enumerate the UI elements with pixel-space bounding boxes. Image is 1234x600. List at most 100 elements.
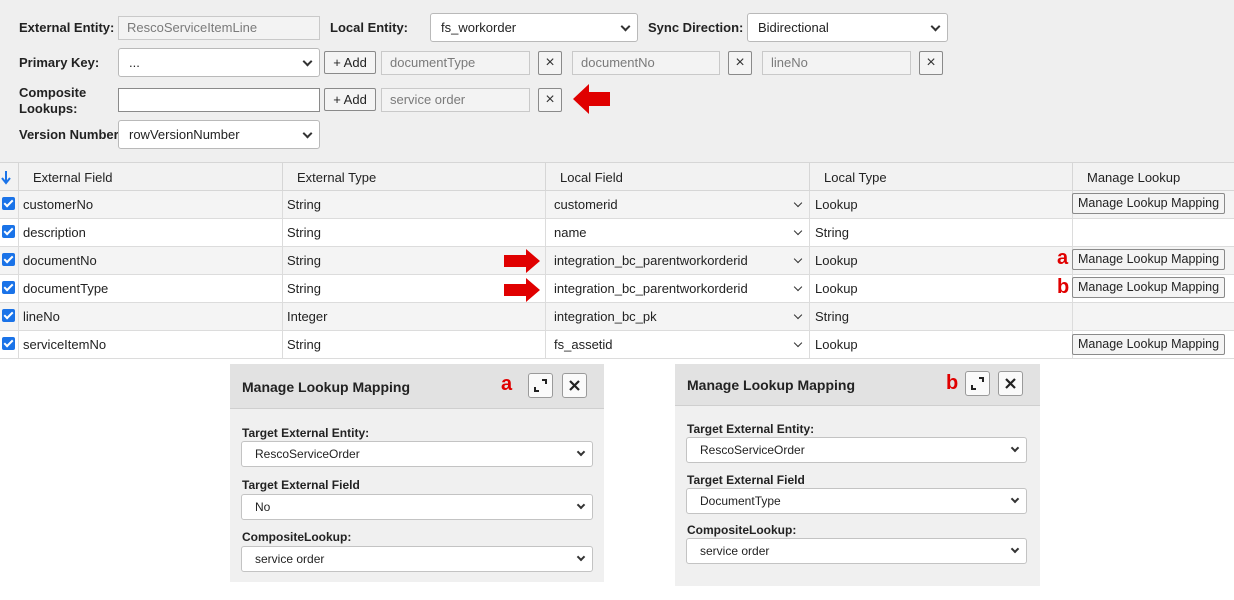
header-local-type[interactable]: Local Type bbox=[809, 163, 1072, 192]
close-dialog-button[interactable] bbox=[998, 371, 1023, 396]
expand-button[interactable] bbox=[528, 373, 553, 398]
composite-lookup-select[interactable]: service order bbox=[686, 538, 1027, 564]
sync-direction-select[interactable]: Bidirectional bbox=[747, 13, 948, 42]
target-field-select[interactable]: No bbox=[241, 494, 593, 520]
row-checkbox[interactable] bbox=[2, 309, 15, 322]
external-field-cell: lineNo bbox=[23, 309, 60, 324]
manage-lookup-mapping-button[interactable]: Manage Lookup Mapping bbox=[1072, 334, 1225, 355]
local-entity-label: Local Entity: bbox=[330, 20, 409, 35]
target-field-select[interactable]: DocumentType bbox=[686, 488, 1027, 514]
local-field-select[interactable]: integration_bc_pk bbox=[554, 303, 794, 331]
composite-lookup-value: service order bbox=[255, 552, 325, 566]
external-entity-field[interactable]: RescoServiceItemLine bbox=[118, 16, 320, 40]
manage-lookup-mapping-button[interactable]: Manage Lookup Mapping bbox=[1072, 277, 1225, 298]
header-local-field[interactable]: Local Field bbox=[545, 163, 809, 192]
row-checkbox[interactable] bbox=[2, 253, 15, 266]
target-entity-value: RescoServiceOrder bbox=[700, 443, 805, 457]
expand-icon bbox=[971, 377, 984, 390]
table-header: External Field External Type Local Field… bbox=[0, 162, 1234, 192]
external-type-cell: String bbox=[287, 281, 321, 296]
remove-key-button[interactable]: × bbox=[538, 51, 562, 75]
row-checkbox[interactable] bbox=[2, 197, 15, 210]
local-type-cell: String bbox=[815, 225, 849, 240]
sort-down-icon[interactable] bbox=[1, 170, 11, 185]
primary-key-select[interactable]: ... bbox=[118, 48, 320, 77]
add-composite-lookup-button[interactable]: + Add bbox=[324, 88, 376, 111]
remove-key-button[interactable]: × bbox=[728, 51, 752, 75]
chevron-down-icon bbox=[576, 552, 586, 562]
composite-lookup-label: CompositeLookup: bbox=[242, 530, 352, 544]
remove-key-button[interactable]: × bbox=[919, 51, 943, 75]
external-type-cell: Integer bbox=[287, 309, 328, 324]
composite-lookup-label: CompositeLookup: bbox=[687, 523, 797, 537]
annotation-marker: b bbox=[1057, 276, 1070, 298]
local-entity-value: fs_workorder bbox=[441, 20, 517, 35]
composite-lookups-label: Composite Lookups: bbox=[19, 85, 86, 116]
local-field-select[interactable]: fs_assetid bbox=[554, 331, 794, 359]
row-checkbox[interactable] bbox=[2, 281, 15, 294]
manage-lookup-mapping-button[interactable]: Manage Lookup Mapping bbox=[1072, 249, 1225, 270]
header-manage-lookup[interactable]: Manage Lookup bbox=[1072, 163, 1234, 192]
add-primary-key-button[interactable]: + Add bbox=[324, 51, 376, 74]
target-field-value: DocumentType bbox=[700, 494, 781, 508]
primary-key-chip: documentType bbox=[381, 51, 530, 75]
table-row: description String name String bbox=[0, 219, 1234, 247]
table-row: lineNo Integer integration_bc_pk String bbox=[0, 303, 1234, 331]
local-field-select[interactable]: integration_bc_parentworkorderid bbox=[554, 247, 794, 275]
external-field-cell: customerNo bbox=[23, 197, 94, 212]
remove-composite-button[interactable]: × bbox=[538, 88, 562, 112]
red-arrow-right-icon bbox=[504, 249, 540, 273]
close-icon: × bbox=[545, 91, 555, 108]
primary-key-chip: lineNo bbox=[762, 51, 911, 75]
red-arrow-right-icon bbox=[504, 278, 540, 302]
expand-button[interactable] bbox=[965, 371, 990, 396]
local-type-cell: Lookup bbox=[815, 197, 858, 212]
chevron-down-icon bbox=[930, 21, 941, 32]
composite-lookup-select[interactable]: service order bbox=[241, 546, 593, 572]
composite-lookup-chip: service order bbox=[381, 88, 530, 112]
header-external-field[interactable]: External Field bbox=[18, 163, 282, 192]
primary-key-chip: documentNo bbox=[572, 51, 720, 75]
chevron-down-icon bbox=[1010, 443, 1020, 453]
local-field-select[interactable]: customerid bbox=[554, 191, 804, 219]
chevron-down-icon bbox=[1010, 494, 1020, 504]
chevron-down-icon bbox=[793, 310, 803, 320]
close-icon: × bbox=[735, 54, 745, 71]
table-row: customerNo String customerid Lookup Mana… bbox=[0, 191, 1234, 219]
chevron-down-icon bbox=[1010, 544, 1020, 554]
external-type-cell: String bbox=[287, 225, 321, 240]
row-checkbox[interactable] bbox=[2, 337, 15, 350]
header-external-type[interactable]: External Type bbox=[282, 163, 545, 192]
primary-key-label: Primary Key: bbox=[19, 55, 100, 70]
dialog-title: Manage Lookup Mapping bbox=[242, 379, 410, 395]
external-field-cell: documentType bbox=[23, 281, 109, 296]
local-type-cell: Lookup bbox=[815, 253, 858, 268]
external-type-cell: String bbox=[287, 253, 321, 268]
target-field-label: Target External Field bbox=[687, 473, 805, 487]
local-entity-select[interactable]: fs_workorder bbox=[430, 13, 638, 42]
version-number-select[interactable]: rowVersionNumber bbox=[118, 120, 320, 149]
target-entity-label: Target External Entity: bbox=[242, 426, 370, 440]
target-entity-select[interactable]: RescoServiceOrder bbox=[241, 441, 593, 467]
local-field-select[interactable]: integration_bc_parentworkorderid bbox=[554, 275, 794, 303]
chevron-down-icon bbox=[302, 56, 313, 67]
manage-lookup-mapping-button[interactable]: Manage Lookup Mapping bbox=[1072, 193, 1225, 214]
close-dialog-button[interactable] bbox=[562, 373, 587, 398]
external-type-cell: String bbox=[287, 197, 321, 212]
external-field-cell: serviceItemNo bbox=[23, 337, 107, 352]
local-type-cell: Lookup bbox=[815, 337, 858, 352]
composite-lookup-input[interactable] bbox=[118, 88, 320, 112]
row-checkbox[interactable] bbox=[2, 225, 15, 238]
annotation-marker: b bbox=[946, 372, 959, 394]
chevron-down-icon bbox=[576, 500, 586, 510]
dialog-title: Manage Lookup Mapping bbox=[687, 377, 855, 393]
local-field-select[interactable]: name bbox=[554, 219, 804, 247]
expand-icon bbox=[534, 379, 547, 392]
target-entity-label: Target External Entity: bbox=[687, 422, 815, 436]
close-icon bbox=[569, 380, 580, 391]
annotation-marker: a bbox=[1057, 247, 1069, 269]
table-row: documentNo String integration_bc_parentw… bbox=[0, 247, 1234, 275]
dialog-header: Manage Lookup Mapping a bbox=[230, 364, 604, 409]
target-entity-select[interactable]: RescoServiceOrder bbox=[686, 437, 1027, 463]
table-row: serviceItemNo String fs_assetid Lookup M… bbox=[0, 331, 1234, 359]
